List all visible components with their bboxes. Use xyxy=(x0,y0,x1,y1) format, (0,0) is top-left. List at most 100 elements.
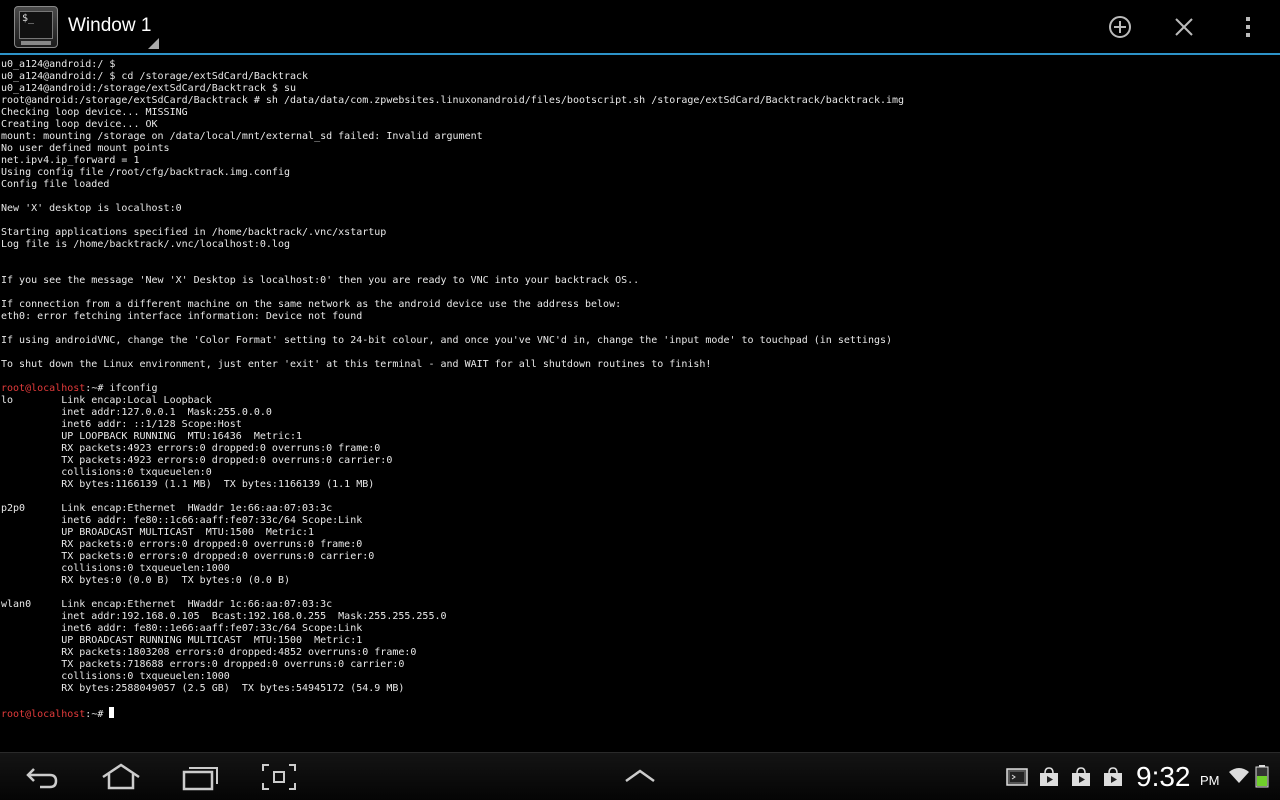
terminal-line: UP LOOPBACK RUNNING MTU:16436 Metric:1 xyxy=(1,431,904,443)
store-download-icon[interactable] xyxy=(1102,767,1124,787)
window-dropdown-icon[interactable] xyxy=(148,38,159,49)
system-bar: 9:32 PM xyxy=(0,752,1280,800)
terminal-line-text: If using androidVNC, change the 'Color F… xyxy=(1,335,893,346)
terminal-line-text: RX bytes:2588049057 (2.5 GB) TX bytes:54… xyxy=(1,683,405,694)
terminal-line: mount: mounting /storage on /data/local/… xyxy=(1,131,904,143)
terminal-output: u0_a124@android:/ $ u0_a124@android:/ $ c… xyxy=(1,59,904,720)
add-window-icon[interactable] xyxy=(1105,12,1135,42)
terminal-line-text: If connection from a different machine o… xyxy=(1,299,622,310)
terminal-line: Log file is /home/backtrack/.vnc/localho… xyxy=(1,239,904,251)
terminal-line: p2p0 Link encap:Ethernet HWaddr 1e:66:aa… xyxy=(1,503,904,515)
terminal-line-text: eth0: error fetching interface informati… xyxy=(1,311,363,322)
screenshot-icon[interactable] xyxy=(257,761,301,793)
overflow-menu-icon[interactable] xyxy=(1233,12,1263,42)
terminal-line: Creating loop device... OK xyxy=(1,119,904,131)
terminal-notification-icon[interactable] xyxy=(1006,767,1028,787)
terminal-line-text: RX packets:4923 errors:0 dropped:0 overr… xyxy=(1,443,381,454)
action-bar: $_ Window 1 xyxy=(0,0,1280,55)
terminal-line-text: Checking loop device... MISSING xyxy=(1,107,188,118)
store-download-icon[interactable] xyxy=(1038,767,1060,787)
terminal-line-text: lo Link encap:Local Loopback xyxy=(1,395,212,406)
terminal-line-text: Creating loop device... OK xyxy=(1,119,158,130)
wifi-icon[interactable] xyxy=(1228,765,1250,785)
text-cursor xyxy=(109,707,115,718)
terminal-line-text: Starting applications specified in /home… xyxy=(1,227,387,238)
terminal-line: root@localhost:~# xyxy=(1,707,904,720)
terminal-line-text: UP BROADCAST MULTICAST MTU:1500 Metric:1 xyxy=(1,527,315,538)
terminal-line: RX packets:4923 errors:0 dropped:0 overr… xyxy=(1,443,904,455)
home-icon[interactable] xyxy=(99,761,143,793)
terminal-line: New 'X' desktop is localhost:0 xyxy=(1,203,904,215)
terminal-line-text: RX packets:0 errors:0 dropped:0 overruns… xyxy=(1,539,363,550)
action-bar-divider xyxy=(0,53,1280,55)
terminal-line: collisions:0 txqueuelen:1000 xyxy=(1,671,904,683)
clock-time[interactable]: 9:32 xyxy=(1136,762,1191,792)
terminal-line-text: p2p0 Link encap:Ethernet HWaddr 1e:66:aa… xyxy=(1,503,333,514)
terminal-line-text: mount: mounting /storage on /data/local/… xyxy=(1,131,483,142)
terminal-line-text: inet addr:192.168.0.105 Bcast:192.168.0.… xyxy=(1,611,447,622)
shell-prompt: root@localhost xyxy=(1,709,86,720)
terminal-line: RX packets:0 errors:0 dropped:0 overruns… xyxy=(1,539,904,551)
expand-up-icon[interactable] xyxy=(618,761,662,793)
terminal-line: eth0: error fetching interface informati… xyxy=(1,311,904,323)
terminal-line: inet6 addr: fe80::1c66:aaff:fe07:33c/64 … xyxy=(1,515,904,527)
terminal-line: root@android:/storage/extSdCard/Backtrac… xyxy=(1,95,904,107)
store-download-icon[interactable] xyxy=(1070,767,1092,787)
terminal-scrollbar[interactable] xyxy=(1276,58,1280,748)
battery-icon[interactable] xyxy=(1254,764,1270,788)
clock-ampm[interactable]: PM xyxy=(1200,773,1220,788)
terminal-line: inet addr:127.0.0.1 Mask:255.0.0.0 xyxy=(1,407,904,419)
terminal-line: Using config file /root/cfg/backtrack.im… xyxy=(1,167,904,179)
terminal-line: To shut down the Linux environment, just… xyxy=(1,359,904,371)
terminal-line-text: inet addr:127.0.0.1 Mask:255.0.0.0 xyxy=(1,407,272,418)
terminal-line-text: u0_a124@android:/storage/extSdCard/Backt… xyxy=(1,83,297,94)
window-title[interactable]: Window 1 xyxy=(68,15,151,37)
terminal-line: inet6 addr: ::1/128 Scope:Host xyxy=(1,419,904,431)
close-window-icon[interactable] xyxy=(1169,12,1199,42)
terminal-line: If using androidVNC, change the 'Color F… xyxy=(1,335,904,347)
terminal-line: UP BROADCAST RUNNING MULTICAST MTU:1500 … xyxy=(1,635,904,647)
back-icon[interactable] xyxy=(20,761,64,793)
shell-prompt: root@localhost xyxy=(1,383,86,394)
terminal-line: Checking loop device... MISSING xyxy=(1,107,904,119)
terminal-app-icon[interactable]: $_ xyxy=(14,6,58,48)
terminal-view[interactable]: u0_a124@android:/ $ u0_a124@android:/ $ c… xyxy=(0,58,1280,748)
terminal-glyph: $_ xyxy=(19,11,53,39)
terminal-line-text: inet6 addr: fe80::1e66:aaff:fe07:33c/64 … xyxy=(1,623,363,634)
terminal-line-text: wlan0 Link encap:Ethernet HWaddr 1c:66:a… xyxy=(1,599,333,610)
terminal-icon-base xyxy=(21,41,51,45)
terminal-line-text: TX packets:718688 errors:0 dropped:0 ove… xyxy=(1,659,405,670)
terminal-line: wlan0 Link encap:Ethernet HWaddr 1c:66:a… xyxy=(1,599,904,611)
terminal-line: collisions:0 txqueuelen:0 xyxy=(1,467,904,479)
terminal-line: RX packets:1803208 errors:0 dropped:4852… xyxy=(1,647,904,659)
terminal-line-text: Config file loaded xyxy=(1,179,110,190)
terminal-line: root@localhost:~# ifconfig xyxy=(1,383,904,395)
terminal-line-text: New 'X' desktop is localhost:0 xyxy=(1,203,182,214)
recent-apps-icon[interactable] xyxy=(178,761,222,793)
terminal-line-text: collisions:0 txqueuelen:0 xyxy=(1,467,212,478)
terminal-line: u0_a124@android:/ $ cd /storage/extSdCar… xyxy=(1,71,904,83)
terminal-line: If connection from a different machine o… xyxy=(1,299,904,311)
terminal-line-text: u0_a124@android:/ $ cd /storage/extSdCar… xyxy=(1,71,309,82)
terminal-line-text: collisions:0 txqueuelen:1000 xyxy=(1,563,230,574)
terminal-line: No user defined mount points xyxy=(1,143,904,155)
terminal-line: TX packets:718688 errors:0 dropped:0 ove… xyxy=(1,659,904,671)
terminal-line: lo Link encap:Local Loopback xyxy=(1,395,904,407)
terminal-line-text: :~# ifconfig xyxy=(85,383,158,394)
terminal-line-text: No user defined mount points xyxy=(1,143,170,154)
terminal-line-text: net.ipv4.ip_forward = 1 xyxy=(1,155,140,166)
terminal-line: u0_a124@android:/storage/extSdCard/Backt… xyxy=(1,83,904,95)
terminal-line-text: UP LOOPBACK RUNNING MTU:16436 Metric:1 xyxy=(1,431,303,442)
terminal-line: RX bytes:0 (0.0 B) TX bytes:0 (0.0 B) xyxy=(1,575,904,587)
terminal-line: u0_a124@android:/ $ xyxy=(1,59,904,71)
terminal-line: inet6 addr: fe80::1e66:aaff:fe07:33c/64 … xyxy=(1,623,904,635)
terminal-line-text: collisions:0 txqueuelen:1000 xyxy=(1,671,230,682)
